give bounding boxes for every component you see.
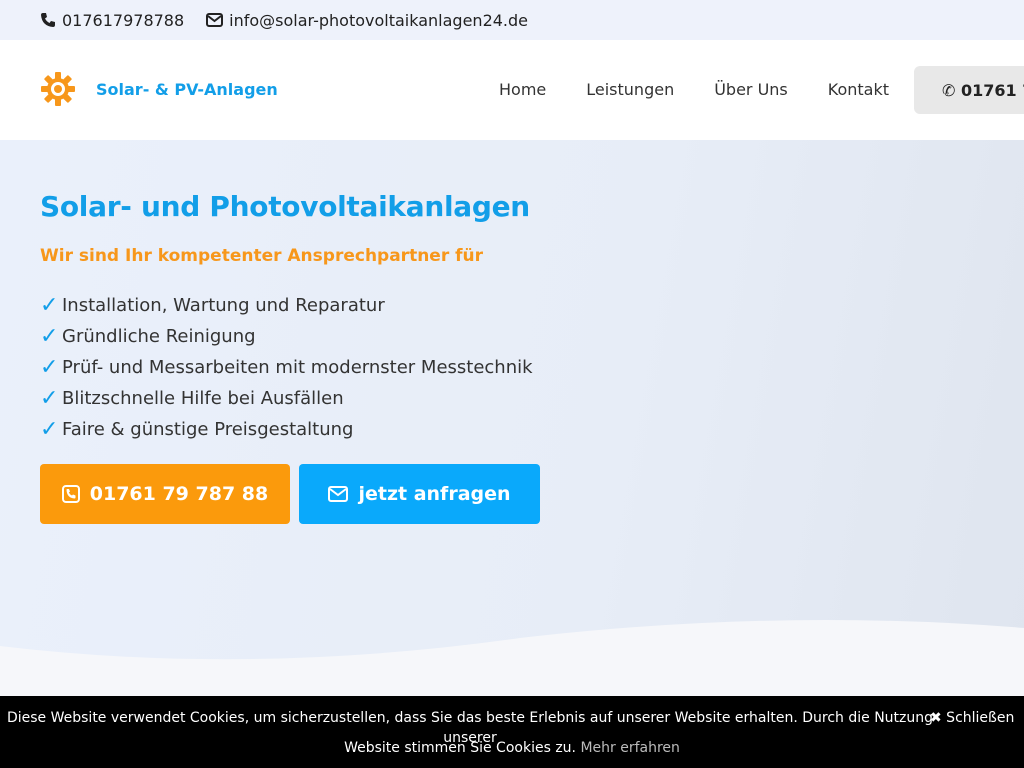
phone-icon bbox=[41, 13, 55, 27]
check-icon: ✓ bbox=[40, 355, 59, 380]
list-item: ✓ Faire & günstige Preisgestaltung bbox=[40, 414, 533, 445]
topbar-email[interactable]: info@solar-photovoltaikanlagen24.de bbox=[206, 11, 528, 30]
hero-title: Solar- und Photovoltaikanlagen bbox=[40, 190, 530, 223]
logo-text: Solar- & PV-Anlagen bbox=[96, 79, 278, 99]
feature-text: Faire & günstige Preisgestaltung bbox=[62, 419, 354, 440]
phone-square-icon bbox=[61, 485, 80, 503]
check-icon: ✓ bbox=[40, 293, 59, 318]
sun-gear-icon bbox=[41, 72, 75, 106]
nav-ueber-uns[interactable]: Über Uns bbox=[714, 80, 788, 100]
nav-leistungen[interactable]: Leistungen bbox=[586, 80, 674, 100]
feature-list: ✓ Installation, Wartung und Reparatur ✓ Gr… bbox=[40, 290, 533, 445]
call-button-label: 01761 79 787 88 bbox=[89, 483, 269, 505]
topbar-phone-text: 017617978788 bbox=[62, 10, 185, 30]
hero-subtitle: Wir sind Ihr kompetenter Ansprechpartner… bbox=[40, 246, 484, 266]
feature-text: Blitzschnelle Hilfe bei Ausfällen bbox=[62, 388, 344, 409]
top-contact-bar: 017617978788 info@solar-photovoltaikanla… bbox=[0, 0, 1024, 40]
cookie-more-link[interactable]: Mehr erfahren bbox=[580, 740, 679, 756]
call-button[interactable]: 01761 79 787 88 bbox=[40, 464, 290, 524]
envelope-icon bbox=[206, 13, 224, 27]
check-icon: ✓ bbox=[40, 417, 59, 442]
feature-text: Gründliche Reinigung bbox=[62, 326, 256, 347]
nav-home[interactable]: Home bbox=[499, 80, 546, 100]
check-icon: ✓ bbox=[40, 386, 59, 411]
request-button[interactable]: jetzt anfragen bbox=[299, 464, 540, 524]
list-item: ✓ Installation, Wartung und Reparatur bbox=[40, 290, 533, 321]
list-item: ✓ Gründliche Reinigung bbox=[40, 321, 533, 352]
feature-text: Installation, Wartung und Reparatur bbox=[62, 295, 385, 316]
cookie-text-line2: Website stimmen Sie Cookies zu. bbox=[344, 740, 576, 756]
envelope-icon bbox=[328, 486, 349, 502]
feature-text: Prüf- und Messarbeiten mit modernster Me… bbox=[62, 357, 533, 378]
topbar-phone[interactable]: 017617978788 bbox=[40, 11, 184, 30]
cookie-banner: Diese Website verwendet Cookies, um sich… bbox=[0, 696, 1024, 768]
cookie-close-button[interactable]: ✖ Schließen bbox=[930, 708, 1014, 728]
site-logo[interactable]: Solar- & PV-Anlagen bbox=[40, 71, 278, 107]
cookie-text-line2-wrap: Website stimmen Sie Cookies zu. Mehr erf… bbox=[0, 738, 1024, 758]
header-phone-button[interactable]: ✆ 01761 79 787 88 bbox=[914, 66, 1024, 114]
list-item: ✓ Prüf- und Messarbeiten mit modernster M… bbox=[40, 352, 533, 383]
list-item: ✓ Blitzschnelle Hilfe bei Ausfällen bbox=[40, 383, 533, 414]
topbar-email-text: info@solar-photovoltaikanlagen24.de bbox=[229, 10, 529, 30]
site-header: Solar- & PV-Anlagen Home Leistungen Über… bbox=[0, 40, 1024, 140]
hero-wave-divider bbox=[0, 620, 1024, 696]
hero-section: Solar- und Photovoltaikanlagen Wir sind … bbox=[0, 140, 1024, 696]
request-button-label: jetzt anfragen bbox=[358, 483, 511, 505]
main-nav: Home Leistungen Über Uns Kontakt bbox=[499, 80, 929, 100]
check-icon: ✓ bbox=[40, 324, 59, 349]
nav-kontakt[interactable]: Kontakt bbox=[828, 80, 889, 100]
